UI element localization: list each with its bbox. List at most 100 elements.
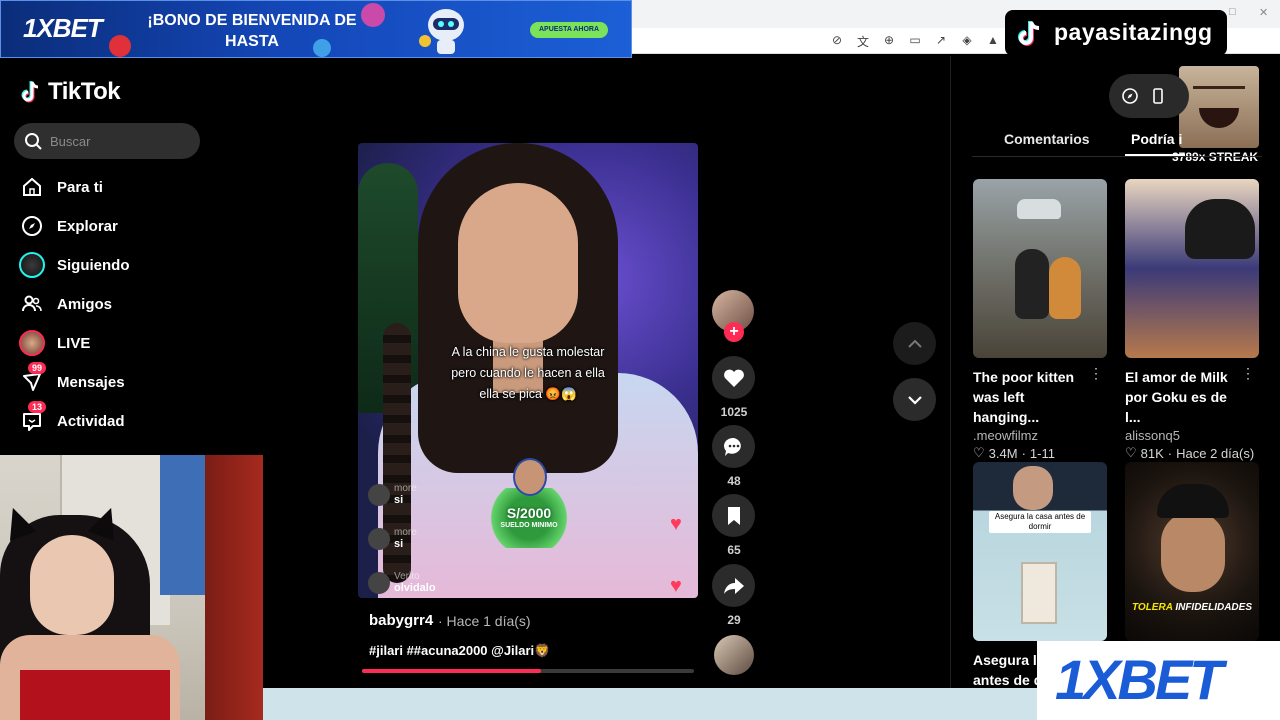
save-button[interactable] [712, 494, 755, 537]
video-live-comment: Verito olvidalo [368, 571, 436, 594]
search-icon [25, 133, 42, 150]
channel-name: payasitazingg [1054, 19, 1213, 45]
sidebar-item-label: LIVE [57, 334, 91, 352]
bookmark-icon [727, 506, 740, 525]
comment-user: more [394, 483, 417, 494]
translate-icon[interactable]: 文 [856, 33, 870, 50]
tab-comments[interactable]: Comentarios [1004, 131, 1090, 147]
streak-counter: 3789x STREAK [1172, 150, 1259, 164]
search-input[interactable] [50, 123, 190, 159]
card-stats: ♡ 3.4M · 1-11 [973, 445, 1107, 461]
sound-disc-avatar[interactable] [714, 635, 754, 675]
comment-icon [723, 437, 741, 456]
chevron-up-icon [907, 339, 922, 348]
activity-icon: 13 [18, 401, 47, 435]
compass-small-icon[interactable] [1121, 87, 1139, 105]
sidebar-item-amigos[interactable]: Amigos [18, 289, 112, 319]
next-video-button[interactable] [893, 378, 936, 421]
ad-headline: ¡BONO DE BIENVENIDA DE HASTA [147, 12, 357, 50]
panel-divider [950, 56, 951, 688]
messages-badge: 99 [28, 362, 47, 374]
card-author[interactable]: alissonq5 [1125, 428, 1259, 443]
avatar [368, 483, 390, 506]
sidebar-item-actividad[interactable]: 13 Actividad [18, 401, 125, 436]
video-sticker: S/2000 SUELDO MINIMO [483, 458, 575, 558]
corner-ad-logo: 1XBET [1055, 648, 1223, 711]
tiktok-logo[interactable]: TikTok [20, 78, 121, 106]
video-live-comment: more si [368, 483, 417, 506]
thumb-person [1161, 512, 1225, 592]
like-button[interactable] [712, 356, 755, 399]
share-button[interactable] [712, 564, 755, 607]
video-thumbnail[interactable]: Asegura la casa antes de dormir [973, 462, 1107, 641]
phone-icon[interactable] [1149, 87, 1167, 105]
zoom-icon[interactable]: ⊕ [882, 33, 896, 50]
brand-name: TikTok [48, 78, 121, 105]
sidebar-item-live[interactable]: LIVE [18, 328, 90, 358]
video-thumbnail[interactable]: TOLERA INFIDELIDADES [1125, 462, 1259, 641]
live-avatar [18, 329, 46, 357]
ad-cta-button[interactable]: APUESTA AHORA [530, 22, 608, 38]
comment-user: Verito [394, 571, 420, 582]
recommended-video-card[interactable]: ⋮ El amor de Milk por Goku es de l... al… [1125, 179, 1259, 461]
tab-might-like[interactable]: Podría i [1131, 131, 1182, 147]
sidebar-item-mensajes[interactable]: 99 Mensajes [18, 362, 125, 397]
heart-outline-icon: ♡ [1125, 445, 1137, 460]
video-player[interactable]: A la china le gusta molestar pero cuando… [358, 143, 698, 598]
video-time: · Hace 1 día(s) [438, 613, 531, 629]
compass-icon [18, 212, 46, 240]
sidebar-item-para-ti[interactable]: Para ti [18, 172, 103, 202]
tiktok-note-icon [21, 81, 39, 103]
active-tab-indicator [1125, 154, 1185, 156]
comment-count: 48 [727, 474, 741, 488]
more-options-icon[interactable]: ⋮ [1089, 365, 1103, 382]
card-stats: ♡ 81K · Hace 2 día(s) [1125, 445, 1259, 461]
browser-toolbar-icons: ⊘ 文 ⊕ ▭ ↗ ◈ ▲ [830, 33, 1000, 50]
video-thumbnail[interactable] [973, 179, 1107, 358]
search-box[interactable] [14, 123, 200, 159]
comment-text: si [394, 538, 404, 550]
maximize-icon[interactable]: □ [1229, 6, 1236, 18]
video-thumbnail[interactable] [1125, 179, 1259, 358]
follow-plus-icon[interactable]: + [724, 322, 744, 342]
avatar [368, 527, 390, 550]
messages-icon: 99 [18, 362, 47, 396]
streak-face-image [1179, 66, 1259, 148]
video-progress-bar[interactable] [362, 669, 694, 673]
card-title: El amor de Milk por Goku es de l... [1125, 369, 1228, 425]
webcam-face [30, 535, 114, 635]
card-author[interactable]: .meowfilmz [973, 428, 1107, 443]
ad-banner[interactable]: 1XBET ¡BONO DE BIENVENIDA DE HASTA APUES… [0, 0, 632, 58]
video-hashtags[interactable]: #jilari ##acuna2000 @Jilari🦁 [369, 643, 550, 659]
reader-icon[interactable]: ⊘ [830, 33, 844, 50]
video-face [458, 183, 578, 343]
activity-badge: 13 [28, 401, 47, 413]
warning-icon[interactable]: ▲ [986, 33, 1000, 50]
video-username[interactable]: babygrr4 [369, 612, 433, 629]
channel-overlay: payasitazingg [1005, 10, 1227, 56]
separator: · [1021, 445, 1026, 461]
avatar [368, 571, 390, 594]
more-options-icon[interactable]: ⋮ [1241, 365, 1255, 382]
video-caption: A la china le gusta molestar pero cuando… [451, 345, 605, 401]
sticker-amount: S/2000 [506, 505, 552, 521]
recommended-video-card[interactable]: ⋮ The poor kitten was left hanging... .m… [973, 179, 1107, 461]
share-icon[interactable]: ↗ [934, 33, 948, 50]
view-mode-switch[interactable] [1109, 74, 1189, 118]
face-mouth [1199, 108, 1239, 128]
ad-logo: 1XBET [23, 13, 103, 43]
sidebar-item-siguiendo[interactable]: Siguiendo [18, 250, 130, 280]
comment-button[interactable] [712, 425, 755, 468]
shield-ext-icon[interactable]: ◈ [960, 33, 974, 50]
cast-icon[interactable]: ▭ [908, 33, 922, 50]
sidebar-item-explorar[interactable]: Explorar [18, 211, 118, 241]
thumb-person [1013, 466, 1053, 510]
corner-ad[interactable]: 1XBET [1037, 641, 1280, 720]
previous-video-button[interactable] [893, 322, 936, 365]
heart-icon [723, 369, 744, 387]
face-eyes [1193, 86, 1245, 94]
stream-bottom-bar [263, 688, 1037, 720]
recommended-video-card[interactable]: TOLERA INFIDELIDADES [1125, 462, 1259, 641]
comment-text: olvidalo [394, 582, 436, 594]
close-icon[interactable]: ✕ [1259, 6, 1268, 19]
